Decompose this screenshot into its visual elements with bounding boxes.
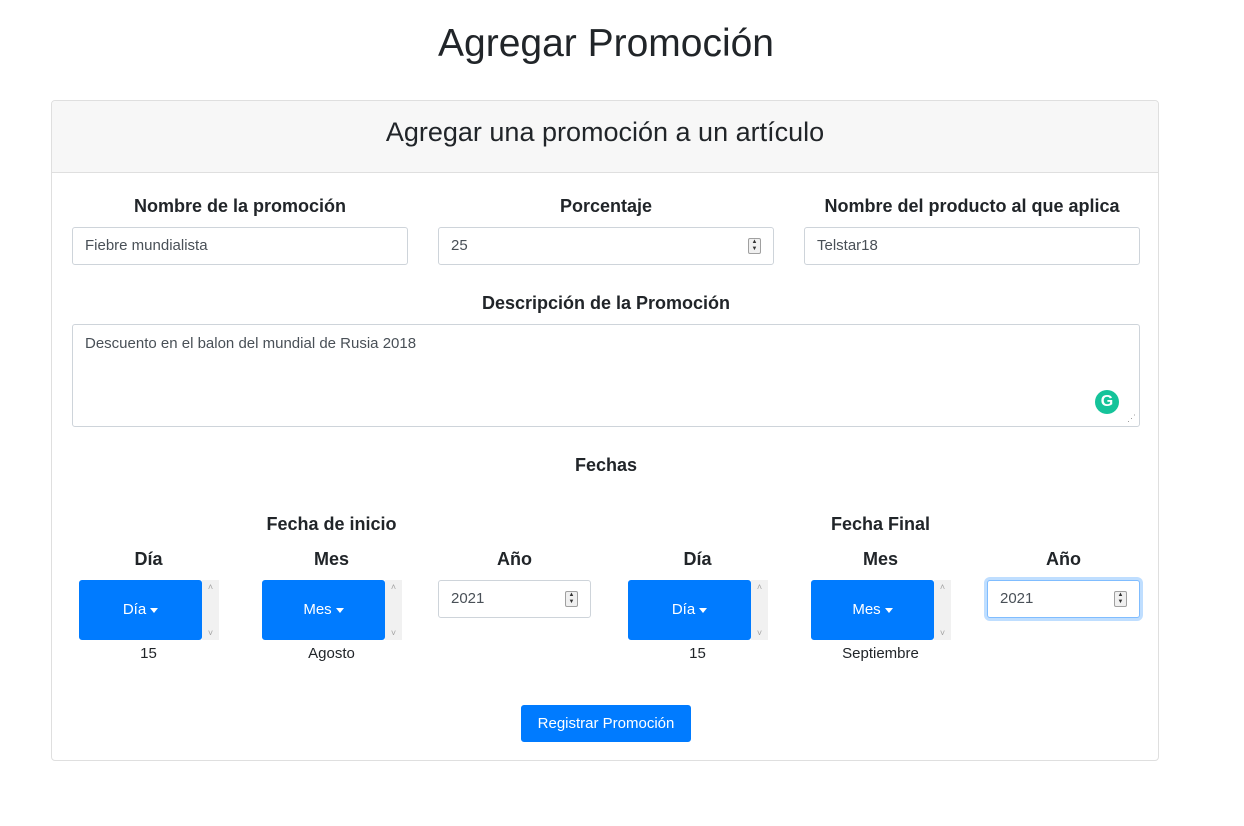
spinner-icon[interactable]: ▲ ▼ (565, 591, 578, 607)
scroll-up-icon[interactable]: ˄ (202, 582, 219, 592)
product-name-label: Nombre del producto al que aplica (824, 196, 1120, 216)
page-title: Agregar Promoción (438, 22, 774, 65)
end-month-value: Septiembre (842, 645, 919, 662)
description-value: Descuento en el balon del mundial de Rus… (85, 335, 417, 352)
end-day-button-label: Día (671, 601, 696, 618)
promotion-name-label: Nombre de la promoción (133, 196, 347, 216)
scroll-up-icon[interactable]: ˄ (385, 582, 402, 592)
scroll-up-icon[interactable]: ˄ (751, 582, 768, 592)
caret-down-icon (699, 607, 708, 613)
spinner-icon[interactable]: ▲ ▼ (748, 238, 761, 254)
end-day-scrollbar[interactable]: ˄ ˅ (751, 580, 768, 640)
scroll-down-icon[interactable]: ˅ (751, 628, 768, 638)
percent-label: Porcentaje (559, 196, 653, 216)
start-month-button-label: Mes (303, 601, 332, 618)
end-year-input[interactable]: 2021 ▲ ▼ (987, 580, 1140, 618)
product-name-value: Telstar18 (817, 237, 878, 254)
scroll-up-icon[interactable]: ˄ (934, 582, 951, 592)
description-textarea[interactable]: Descuento en el balon del mundial de Rus… (72, 324, 1140, 427)
end-day-label: Día (683, 549, 712, 569)
product-name-input[interactable]: Telstar18 (804, 227, 1140, 265)
spinner-icon[interactable]: ▲ ▼ (1114, 591, 1127, 607)
caret-down-icon (150, 607, 159, 613)
start-day-value: 15 (140, 645, 157, 662)
end-year-value: 2021 (1000, 590, 1034, 607)
start-month-dropdown[interactable]: Mes (262, 580, 385, 640)
description-label: Descripción de la Promoción (481, 293, 731, 313)
start-day-dropdown[interactable]: Día (79, 580, 202, 640)
start-date-label: Fecha de inicio (266, 514, 397, 534)
end-month-scrollbar[interactable]: ˄ ˅ (934, 580, 951, 640)
start-month-label: Mes (313, 549, 349, 569)
promotion-name-input[interactable]: Fiebre mundialista (72, 227, 408, 265)
start-day-scrollbar[interactable]: ˄ ˅ (202, 580, 219, 640)
scroll-down-icon[interactable]: ˅ (385, 628, 402, 638)
start-year-input[interactable]: 2021 ▲ ▼ (438, 580, 591, 618)
percent-value: 25 (451, 237, 468, 254)
start-year-value: 2021 (451, 590, 485, 607)
scroll-down-icon[interactable]: ˅ (934, 628, 951, 638)
dates-section-label: Fechas (574, 455, 638, 475)
start-day-button-label: Día (122, 601, 147, 618)
end-day-dropdown[interactable]: Día (628, 580, 751, 640)
caret-down-icon (335, 607, 344, 613)
start-month-scrollbar[interactable]: ˄ ˅ (385, 580, 402, 640)
resize-handle-icon[interactable]: ⋰ (1127, 413, 1136, 424)
end-month-label: Mes (862, 549, 898, 569)
grammarly-icon[interactable]: G (1095, 390, 1119, 414)
card-header: Agregar una promoción a un artículo (52, 101, 1158, 173)
end-month-dropdown[interactable]: Mes (811, 580, 934, 640)
end-day-value: 15 (689, 645, 706, 662)
end-date-label: Fecha Final (830, 514, 931, 534)
end-year-label: Año (1046, 549, 1081, 569)
end-month-button-label: Mes (852, 601, 881, 618)
percent-input[interactable]: 25 ▲ ▼ (438, 227, 774, 265)
start-month-value: Agosto (308, 645, 355, 662)
register-promotion-button[interactable]: Registrar Promoción (521, 705, 691, 742)
promotion-name-value: Fiebre mundialista (85, 237, 208, 254)
start-year-label: Año (497, 549, 532, 569)
start-day-label: Día (134, 549, 163, 569)
scroll-down-icon[interactable]: ˅ (202, 628, 219, 638)
caret-down-icon (884, 607, 893, 613)
